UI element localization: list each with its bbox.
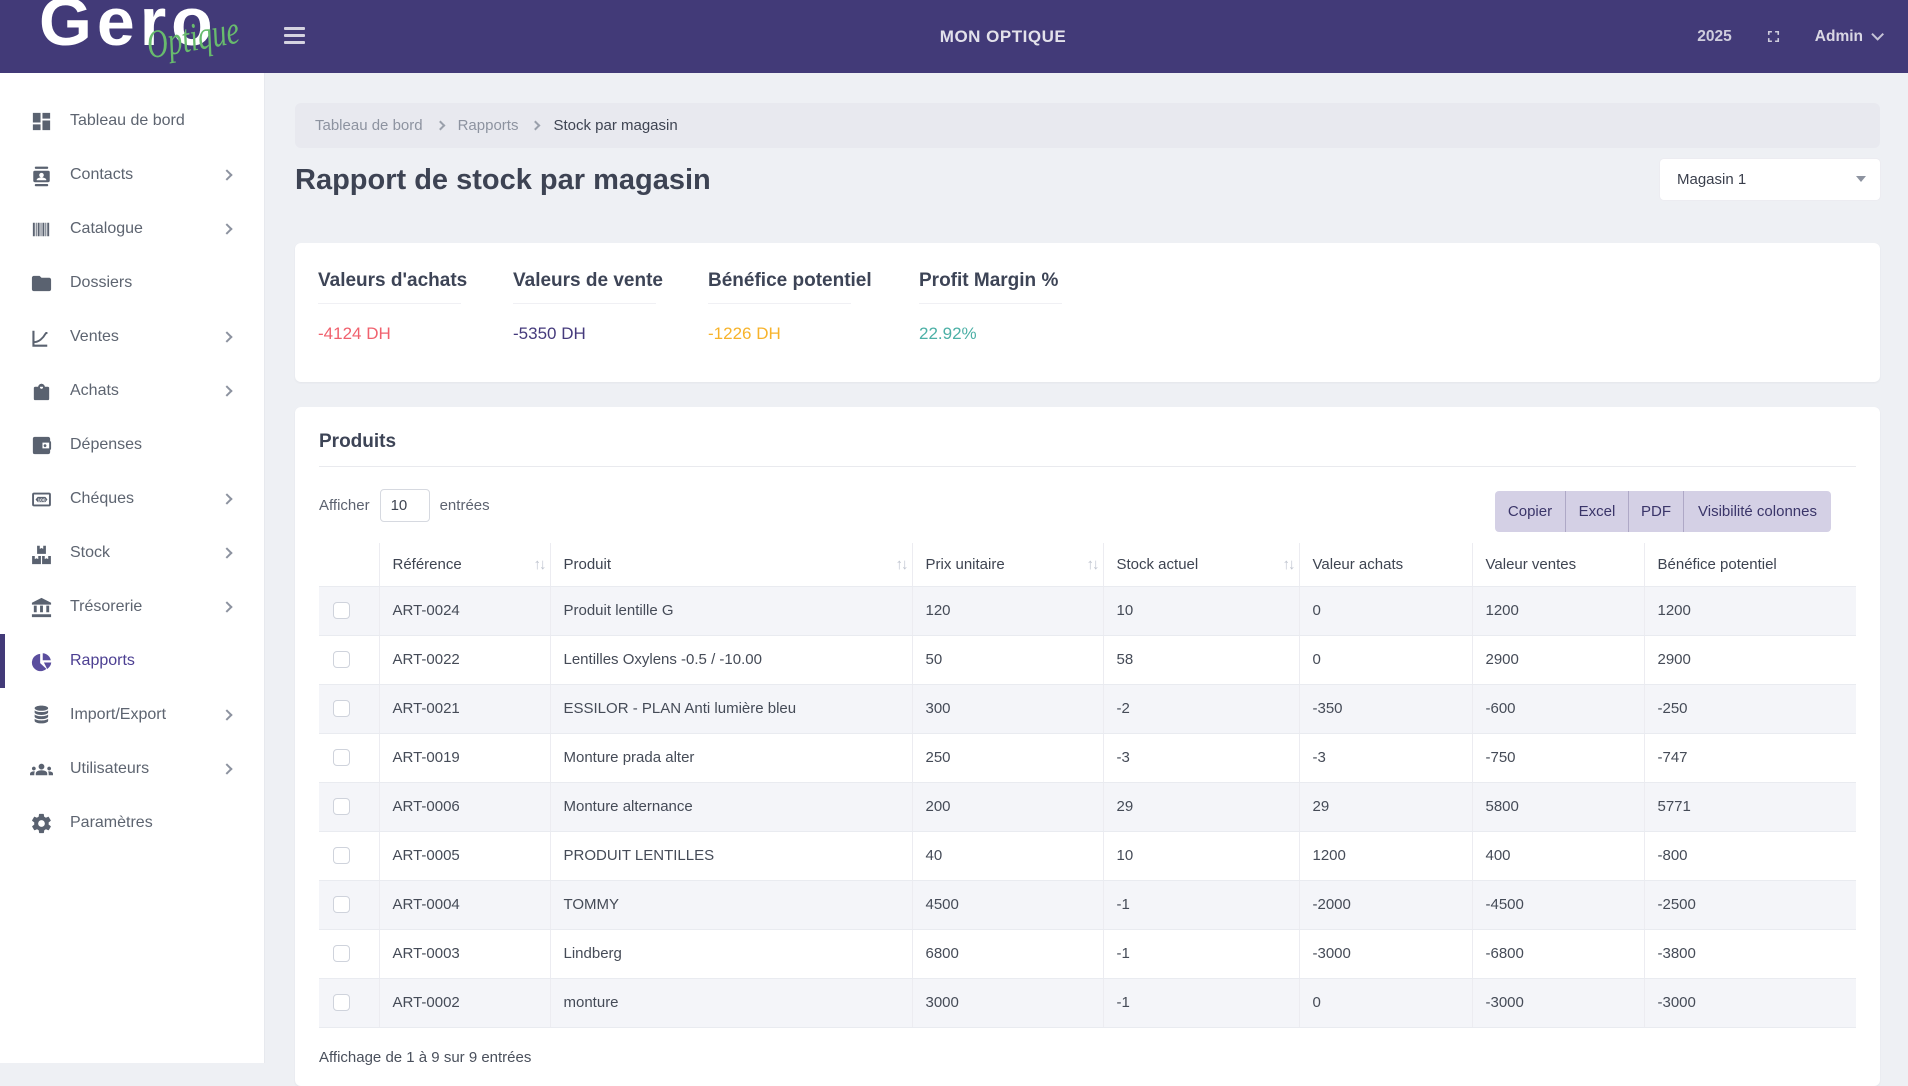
svg-text:100: 100 bbox=[38, 497, 46, 503]
